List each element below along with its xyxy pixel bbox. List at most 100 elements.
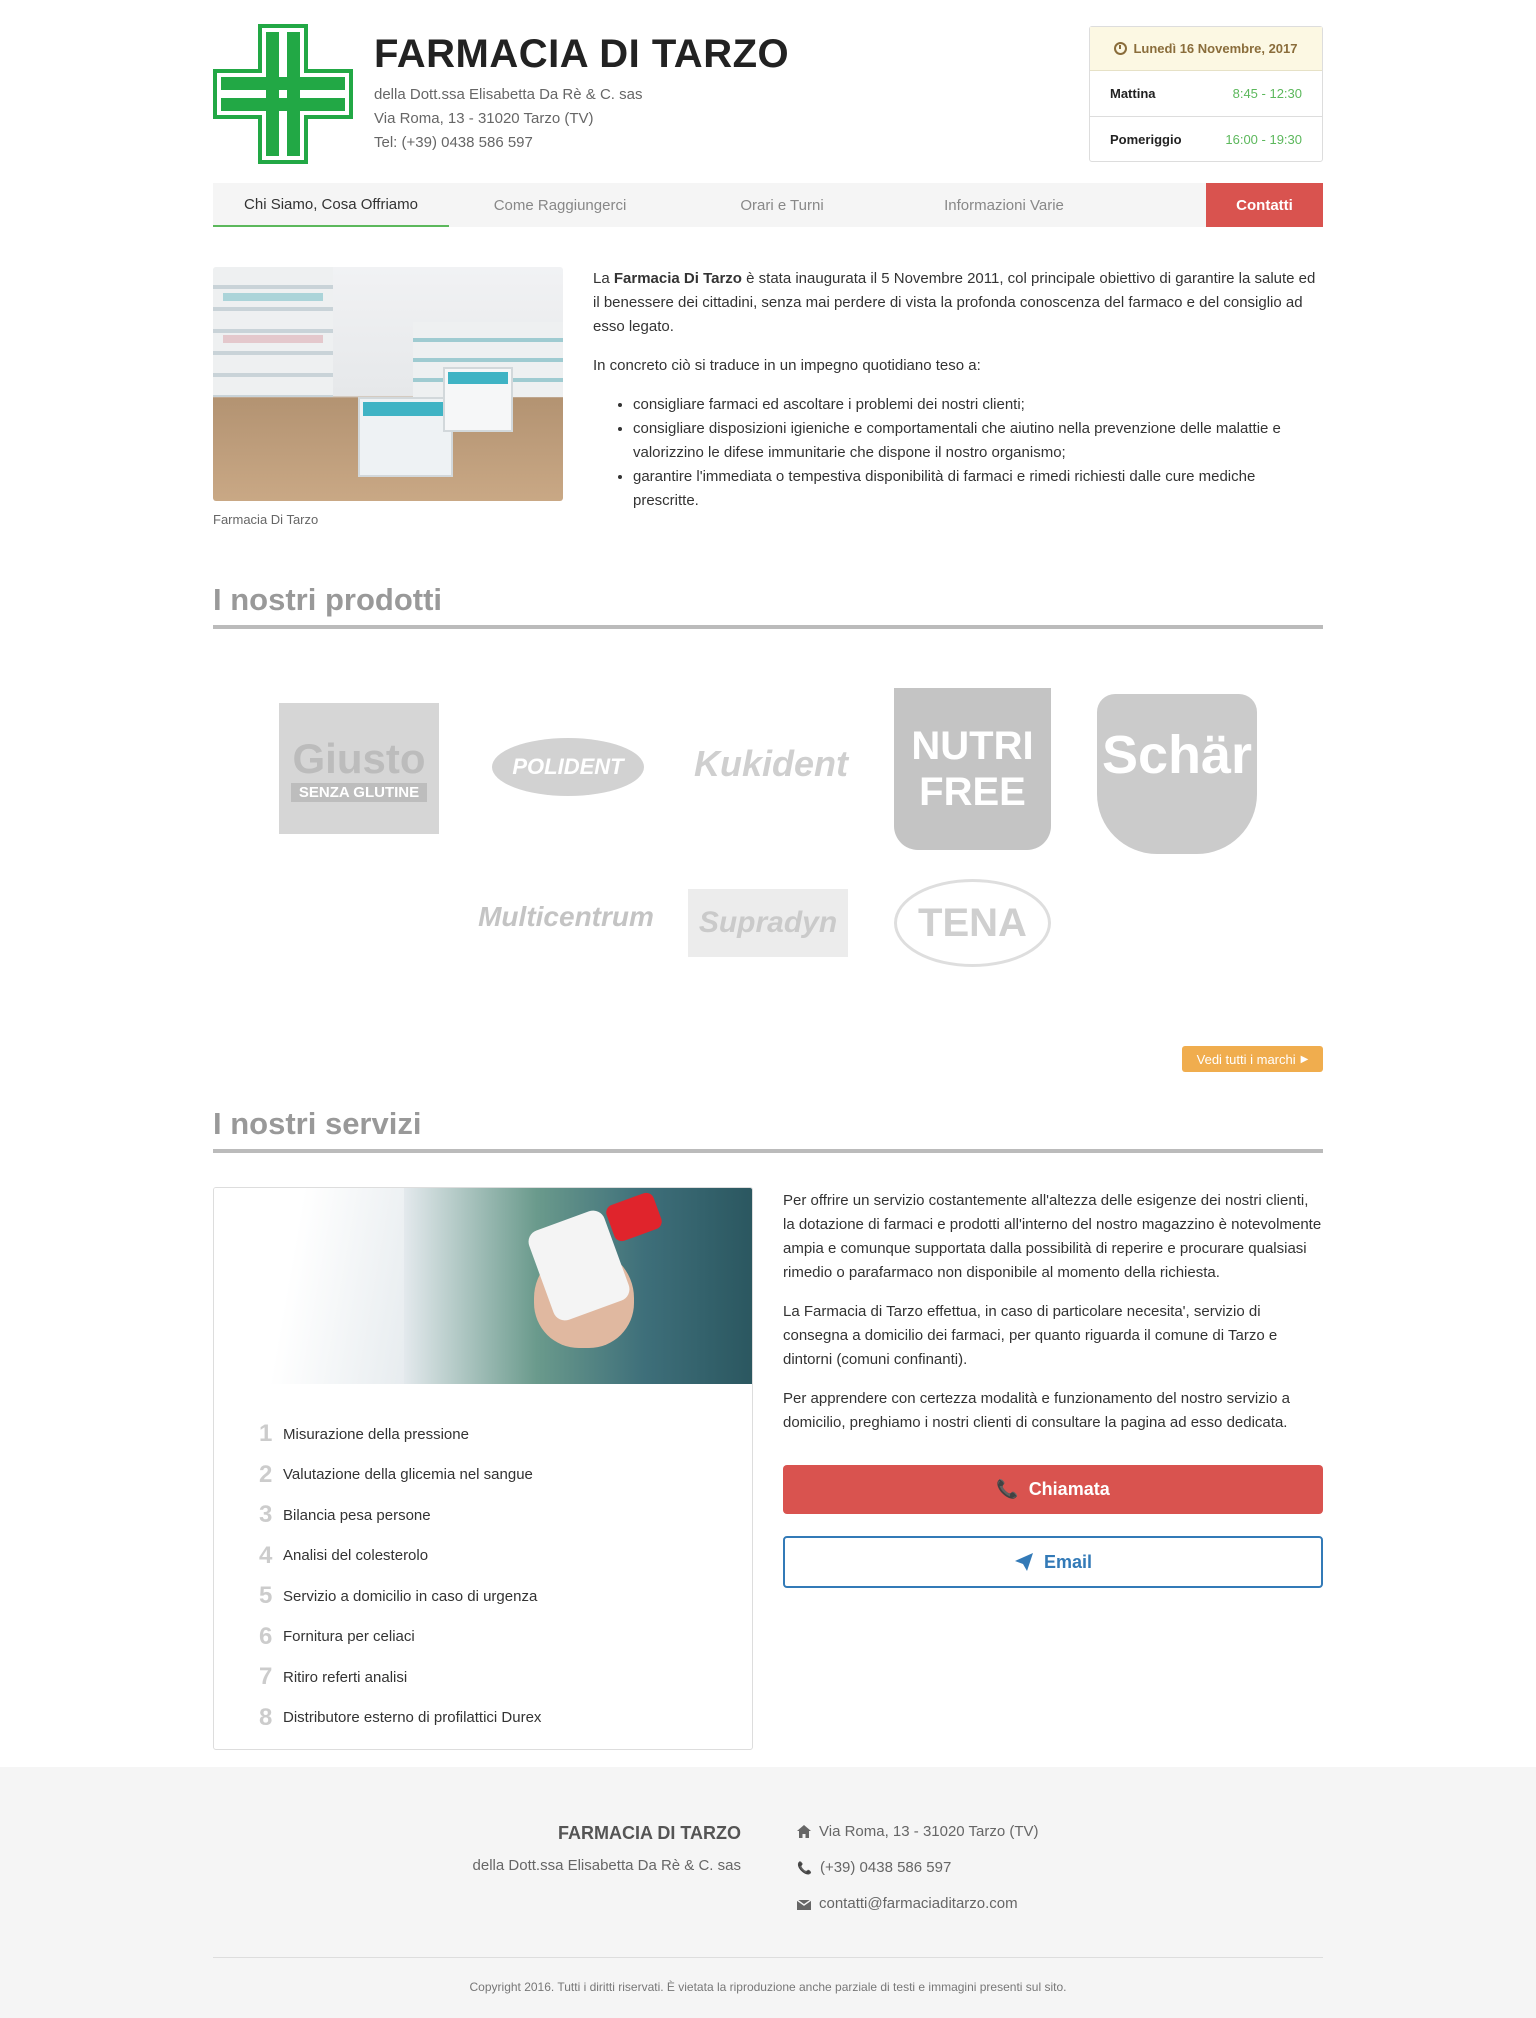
services-description: Per offrire un servizio costantemente al… [783,1189,1323,1450]
see-all-brands-button[interactable]: Vedi tutti i marchi ▶ [1182,1046,1323,1072]
pharmacy-cross-logo[interactable] [213,24,353,164]
intro-text: La Farmacia Di Tarzo è stata inaugurata … [593,267,1323,513]
services-paragraph: Per offrire un servizio costantemente al… [783,1192,1322,1281]
service-number: 8 [259,1703,273,1731]
footer-title: FARMACIA DI TARZO [558,1823,741,1843]
paper-plane-icon [1014,1553,1033,1571]
service-number: 2 [259,1460,273,1488]
footer-subtitle: della Dott.ssa Elisabetta Da Rè & C. sas [472,1857,741,1874]
envelope-icon [797,1898,811,1910]
hours-value: 16:00 - 19:30 [1225,131,1302,147]
site-header: FARMACIA DI TARZO della Dott.ssa Elisabe… [213,0,1323,183]
list-item: 4 Analisi del colesterolo [259,1536,752,1577]
footer-phone: 📞 (+39) 0438 586 597 [797,1859,951,1876]
brand-tag: FREE [919,770,1026,814]
site-subtitle: della Dott.ssa Elisabetta Da Rè & C. sas [374,86,643,103]
services-section-title: I nostri servizi [213,1106,1323,1153]
brand-logo-giusto[interactable]: Giusto SENZA GLUTINE [279,703,439,834]
list-item: 5 Servizio a domicilio in caso di urgenza [259,1576,752,1617]
call-button[interactable]: 📞 Chiamata [783,1465,1323,1514]
home-icon [797,1825,811,1838]
list-item: garantire l'immediata o tempestiva dispo… [633,465,1323,513]
brand-logo-supradyn[interactable]: Supradyn [688,889,848,957]
hours-label: Mattina [1110,86,1156,101]
service-label: Misurazione della pressione [283,1425,469,1443]
list-item: 2 Valutazione della glicemia nel sangue [259,1455,752,1496]
brand-logo-multicentrum[interactable]: Multicentrum [478,893,654,941]
intro-bullet-list: consigliare farmaci ed ascoltare i probl… [633,393,1323,513]
list-item: 6 Fornitura per celiaci [259,1617,752,1658]
nav-item-orari[interactable]: Orari e Turni [671,183,893,227]
email-button-label: Email [1043,1551,1093,1572]
service-label: Ritiro referti analisi [283,1668,408,1686]
service-number: 5 [259,1582,273,1610]
services-paragraph: Per apprendere con certezza modalità e f… [783,1390,1290,1431]
clock-icon [1114,42,1128,55]
footer-email: contatti@farmaciaditarzo.com [797,1895,1018,1912]
hours-date: Lunedì 16 Novembre, 2017 [1133,41,1298,56]
image-caption: Farmacia Di Tarzo [213,512,319,527]
nav-item-informazioni[interactable]: Informazioni Varie [893,183,1115,227]
services-card: 1 Misurazione della pressione 2 Valutazion… [213,1187,753,1750]
brand-logo-schar[interactable]: Schär [1097,694,1257,854]
list-item: 3 Bilancia pesa persone [259,1495,752,1536]
intro-paragraph: La Farmacia Di Tarzo è stata inaugurata … [593,267,1323,339]
hours-label: Pomeriggio [1110,131,1182,147]
copyright: Copyright 2016. Tutti i diritti riservat… [469,1980,1067,1994]
hours-value: 8:45 - 12:30 [1232,86,1302,101]
service-label: Fornitura per celiaci [283,1628,415,1646]
brand-logo-tena[interactable]: TENA [894,879,1051,967]
nav-item-come-raggiungerci[interactable]: Come Raggiungerci [449,183,671,227]
service-number: 3 [259,1501,273,1529]
brand-logo-kukident[interactable]: Kukident [691,724,851,804]
site-title[interactable]: FARMACIA DI TARZO [374,32,789,77]
list-item: consigliare disposizioni igieniche e com… [633,417,1323,465]
service-label: Analisi del colesterolo [283,1547,429,1565]
service-number: 7 [259,1663,273,1691]
brand-name: Giusto [292,735,426,782]
header-address: Via Roma, 13 - 31020 Tarzo (TV) [374,110,594,127]
footer-divider [213,1957,1323,1958]
brand-name: NUTRI [911,724,1034,768]
intro-paragraph: In concreto ciò si traduce in un impegno… [593,357,981,374]
hours-date-header: Lunedì 16 Novembre, 2017 [1090,27,1322,71]
brands-grid: Giusto SENZA GLUTINE POLIDENT Kukident N… [213,629,1323,1072]
call-button-label: Chiamata [1028,1479,1110,1499]
footer-address-text: Via Roma, 13 - 31020 Tarzo (TV) [819,1823,1039,1840]
site-footer: FARMACIA DI TARZO della Dott.ssa Elisabe… [0,1767,1536,2018]
service-label: Bilancia pesa persone [283,1506,431,1524]
list-item: consigliare farmaci ed ascoltare i probl… [633,393,1323,417]
intro-section: Farmacia Di Tarzo La Farmacia Di Tarzo è… [213,227,1323,582]
footer-email-link[interactable]: contatti@farmaciaditarzo.com [819,1895,1018,1912]
services-paragraph: La Farmacia di Tarzo effettua, in caso d… [783,1303,1278,1368]
brand-tag: SENZA GLUTINE [290,783,428,802]
footer-address: Via Roma, 13 - 31020 Tarzo (TV) [797,1823,1039,1840]
pharmacy-interior-image [213,267,563,501]
service-number: 4 [259,1541,273,1569]
caret-right-icon: ▶ [1300,1053,1309,1065]
nav-item-contatti[interactable]: Contatti [1206,183,1323,227]
footer-phone-text[interactable]: (+39) 0438 586 597 [820,1859,951,1876]
brand-logo-nutrifree[interactable]: NUTRI FREE [894,688,1051,850]
see-all-brands-label: Vedi tutti i marchi [1196,1051,1296,1067]
brand-logo-polident[interactable]: POLIDENT [492,738,644,796]
email-button[interactable]: Email [783,1536,1323,1588]
hours-row-afternoon: Pomeriggio 16:00 - 19:30 [1090,116,1322,161]
intro-text-bold: Farmacia Di Tarzo [613,270,742,287]
pharmacist-image [214,1188,752,1384]
phone-icon: 📞 [797,1860,812,1875]
nav-item-chi-siamo[interactable]: Chi Siamo, Cosa Offriamo [213,183,449,227]
hours-row-morning: Mattina 8:45 - 12:30 [1090,71,1322,116]
header-phone: Tel: (+39) 0438 586 597 [374,134,533,151]
phone-icon: 📞 [996,1479,1019,1499]
service-label: Valutazione della glicemia nel sangue [283,1466,533,1484]
list-item: 7 Ritiro referti analisi [259,1657,752,1698]
opening-hours-panel: Lunedì 16 Novembre, 2017 Mattina 8:45 - … [1089,26,1323,162]
intro-text-pre: La [593,270,614,287]
list-item: 1 Misurazione della pressione [259,1414,752,1455]
service-number: 1 [259,1420,273,1448]
services-section: 1 Misurazione della pressione 2 Valutazion… [213,1153,1323,1778]
services-list: 1 Misurazione della pressione 2 Valutazion… [214,1384,752,1738]
service-label: Distributore esterno di profilattici Dur… [283,1709,542,1727]
service-number: 6 [259,1622,273,1650]
